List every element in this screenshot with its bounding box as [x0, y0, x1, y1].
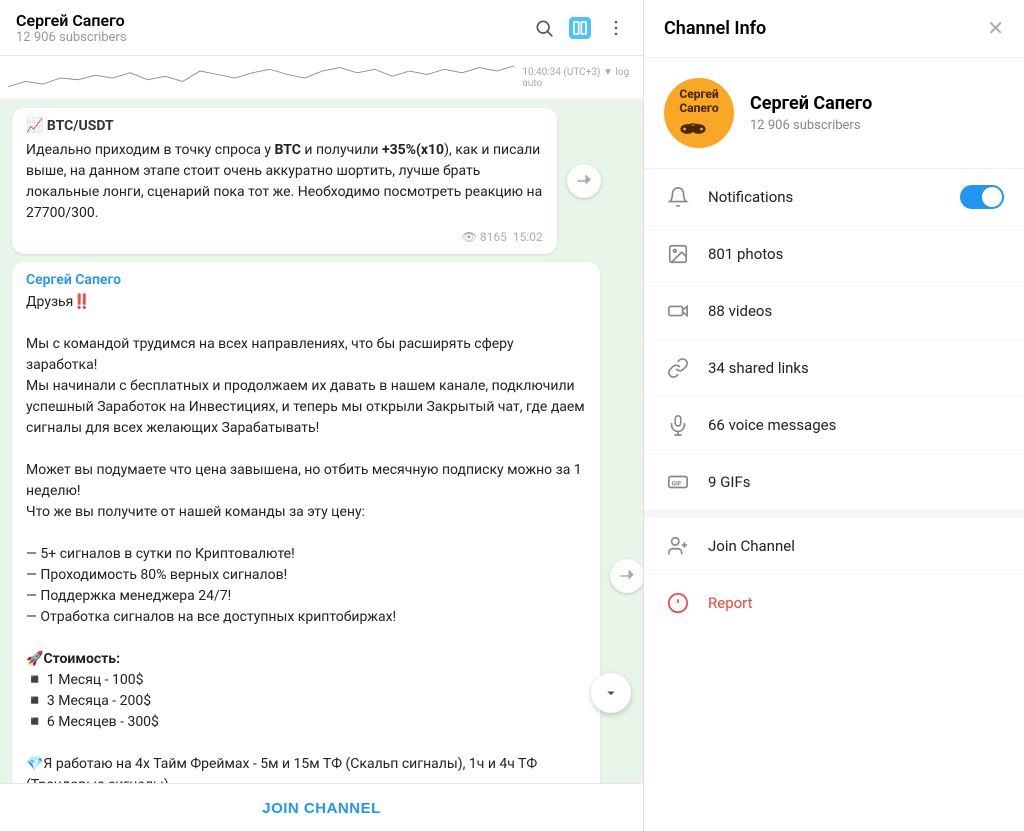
panel-subscribers: 12 906 subscribers: [750, 118, 861, 133]
bell-icon: [664, 183, 692, 211]
forward-button-2[interactable]: [610, 559, 643, 593]
video-icon: [664, 297, 692, 325]
report-icon: [664, 589, 692, 617]
message-1: 📈 BTC/USDT Идеально приходим в точку спр…: [12, 108, 557, 254]
channel-info-panel: Channel Info ✕ Сергей Сапего С: [644, 0, 1024, 831]
join-icon: [664, 532, 692, 560]
forward-button-1[interactable]: [567, 164, 601, 198]
photo-icon: [664, 240, 692, 268]
links-label: 34 shared links: [708, 359, 1004, 377]
photos-item[interactable]: 801 photos: [644, 226, 1024, 283]
msg1-footer: 👁 8165 15:02: [26, 230, 543, 244]
msg1-symbol: 📈 BTC/USDT: [26, 118, 543, 134]
report-label: Report: [708, 594, 753, 612]
join-channel-action[interactable]: Join Channel: [644, 518, 1024, 575]
scroll-down-button[interactable]: [591, 673, 631, 713]
header-title-group: Сергей Сапего 12 906 subscribers: [16, 11, 127, 45]
channel-details: Сергей Сапего 12 906 subscribers: [750, 93, 872, 133]
close-button[interactable]: ✕: [987, 16, 1004, 41]
msg1-views: 👁 8165: [462, 230, 507, 244]
columns-icon[interactable]: [569, 17, 591, 39]
subscriber-count: 12 906 subscribers: [16, 30, 127, 45]
chat-header: Сергей Сапего 12 906 subscribers: [0, 0, 643, 56]
panel-header: Channel Info ✕: [644, 0, 1024, 58]
chat-area: 📈 BTC/USDT Идеально приходим в точку спр…: [0, 100, 643, 783]
msg1-text: Идеально приходим в точку спроса у BTC и…: [26, 140, 543, 224]
photos-label: 801 photos: [708, 245, 1004, 263]
mic-icon: [664, 411, 692, 439]
join-label: Join Channel: [708, 537, 795, 555]
report-action[interactable]: Report: [644, 575, 1024, 631]
gifs-item[interactable]: GIF 9 GIFs: [644, 454, 1024, 510]
msg2-text: Друзья‼️ Мы с командой трудимся на всех …: [26, 292, 586, 783]
link-icon: [664, 354, 692, 382]
voice-item[interactable]: 66 voice messages: [644, 397, 1024, 454]
videos-label: 88 videos: [708, 302, 1004, 320]
notifications-item[interactable]: Notifications: [644, 169, 1024, 226]
header-actions: [533, 17, 627, 39]
channel-info-top: Сергей Сапего Сергей Сапего 12 906 subsc…: [644, 58, 1024, 169]
chat-panel: Сергей Сапего 12 906 subscribers: [0, 0, 644, 831]
info-list: Notifications 801 photos: [644, 169, 1024, 510]
gifs-label: 9 GIFs: [708, 473, 1004, 491]
links-item[interactable]: 34 shared links: [644, 340, 1024, 397]
message-2: Сергей Сапего Друзья‼️ Мы с командой тру…: [12, 262, 600, 783]
notifications-toggle[interactable]: [960, 185, 1004, 209]
notifications-label: Notifications: [708, 188, 944, 206]
gif-icon: GIF: [664, 468, 692, 496]
panel-title: Channel Info: [664, 18, 766, 39]
channel-name: Сергей Сапего: [16, 11, 127, 30]
more-icon[interactable]: [605, 17, 627, 39]
join-bar: JOIN CHANNEL: [0, 783, 643, 831]
search-icon[interactable]: [533, 17, 555, 39]
panel-channel-name: Сергей Сапего: [750, 93, 872, 114]
voice-label: 66 voice messages: [708, 416, 1004, 434]
divider: [644, 510, 1024, 518]
toggle-knob: [982, 187, 1002, 207]
channel-avatar: Сергей Сапего: [664, 78, 734, 148]
chart-strip: 10:40:34 (UTC+3) ▼ log auto: [0, 56, 643, 100]
messages-list: 📈 BTC/USDT Идеально приходим в точку спр…: [0, 100, 643, 783]
msg2-sender: Сергей Сапего: [26, 272, 586, 288]
videos-item[interactable]: 88 videos: [644, 283, 1024, 340]
svg-text:GIF: GIF: [672, 480, 682, 488]
msg1-time: 15:02: [513, 230, 543, 244]
join-channel-button[interactable]: JOIN CHANNEL: [262, 800, 381, 817]
